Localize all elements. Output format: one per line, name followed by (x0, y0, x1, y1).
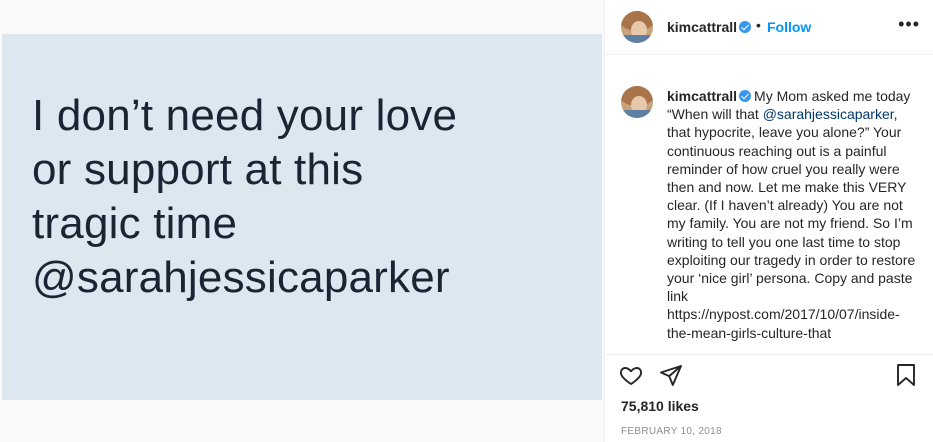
post-image-line: or support at this (32, 145, 364, 194)
post-date[interactable]: FEBRUARY 10, 2018 (621, 426, 722, 437)
caption-text: kimcattrall My Mom asked me today “When w… (667, 87, 919, 342)
more-options-icon[interactable]: ••• (898, 14, 920, 35)
post-image-line: @sarahjessicaparker (32, 253, 450, 302)
caption-username[interactable]: kimcattrall (667, 88, 737, 104)
post-image[interactable]: I don’t need your love or support at thi… (2, 34, 602, 400)
avatar[interactable] (621, 86, 653, 118)
header-username[interactable]: kimcattrall (667, 19, 737, 35)
save-button[interactable] (894, 363, 922, 391)
post-image-text: I don’t need your love or support at thi… (32, 89, 592, 305)
avatar[interactable] (621, 11, 653, 43)
post-actions: 75,810 likes FEBRUARY 10, 2018 (605, 354, 933, 442)
caption-area[interactable]: kimcattrall My Mom asked me today “When w… (605, 56, 933, 354)
post-header: kimcattrall • Follow ••• (605, 0, 933, 55)
post-media-area: I don’t need your love or support at thi… (0, 0, 604, 442)
caption-text-rest: , that hypocrite, leave you alone?” Your… (667, 106, 916, 341)
verified-badge-icon (739, 90, 752, 102)
post-image-line: tragic time (32, 199, 238, 248)
caption-mention-link[interactable]: @sarahjessicaparker (763, 106, 894, 122)
share-icon (660, 365, 682, 386)
bookmark-icon (897, 364, 915, 386)
share-button[interactable] (659, 363, 687, 391)
post-image-line: I don’t need your love (32, 91, 458, 140)
likes-count[interactable]: 75,810 likes (621, 398, 699, 414)
follow-button[interactable]: Follow (767, 19, 811, 35)
verified-badge-icon (739, 21, 751, 33)
heart-icon (619, 367, 643, 385)
post-side-panel: kimcattrall • Follow ••• kimcattrall My M… (604, 0, 933, 442)
like-button[interactable] (619, 363, 647, 391)
separator-dot: • (756, 17, 761, 33)
